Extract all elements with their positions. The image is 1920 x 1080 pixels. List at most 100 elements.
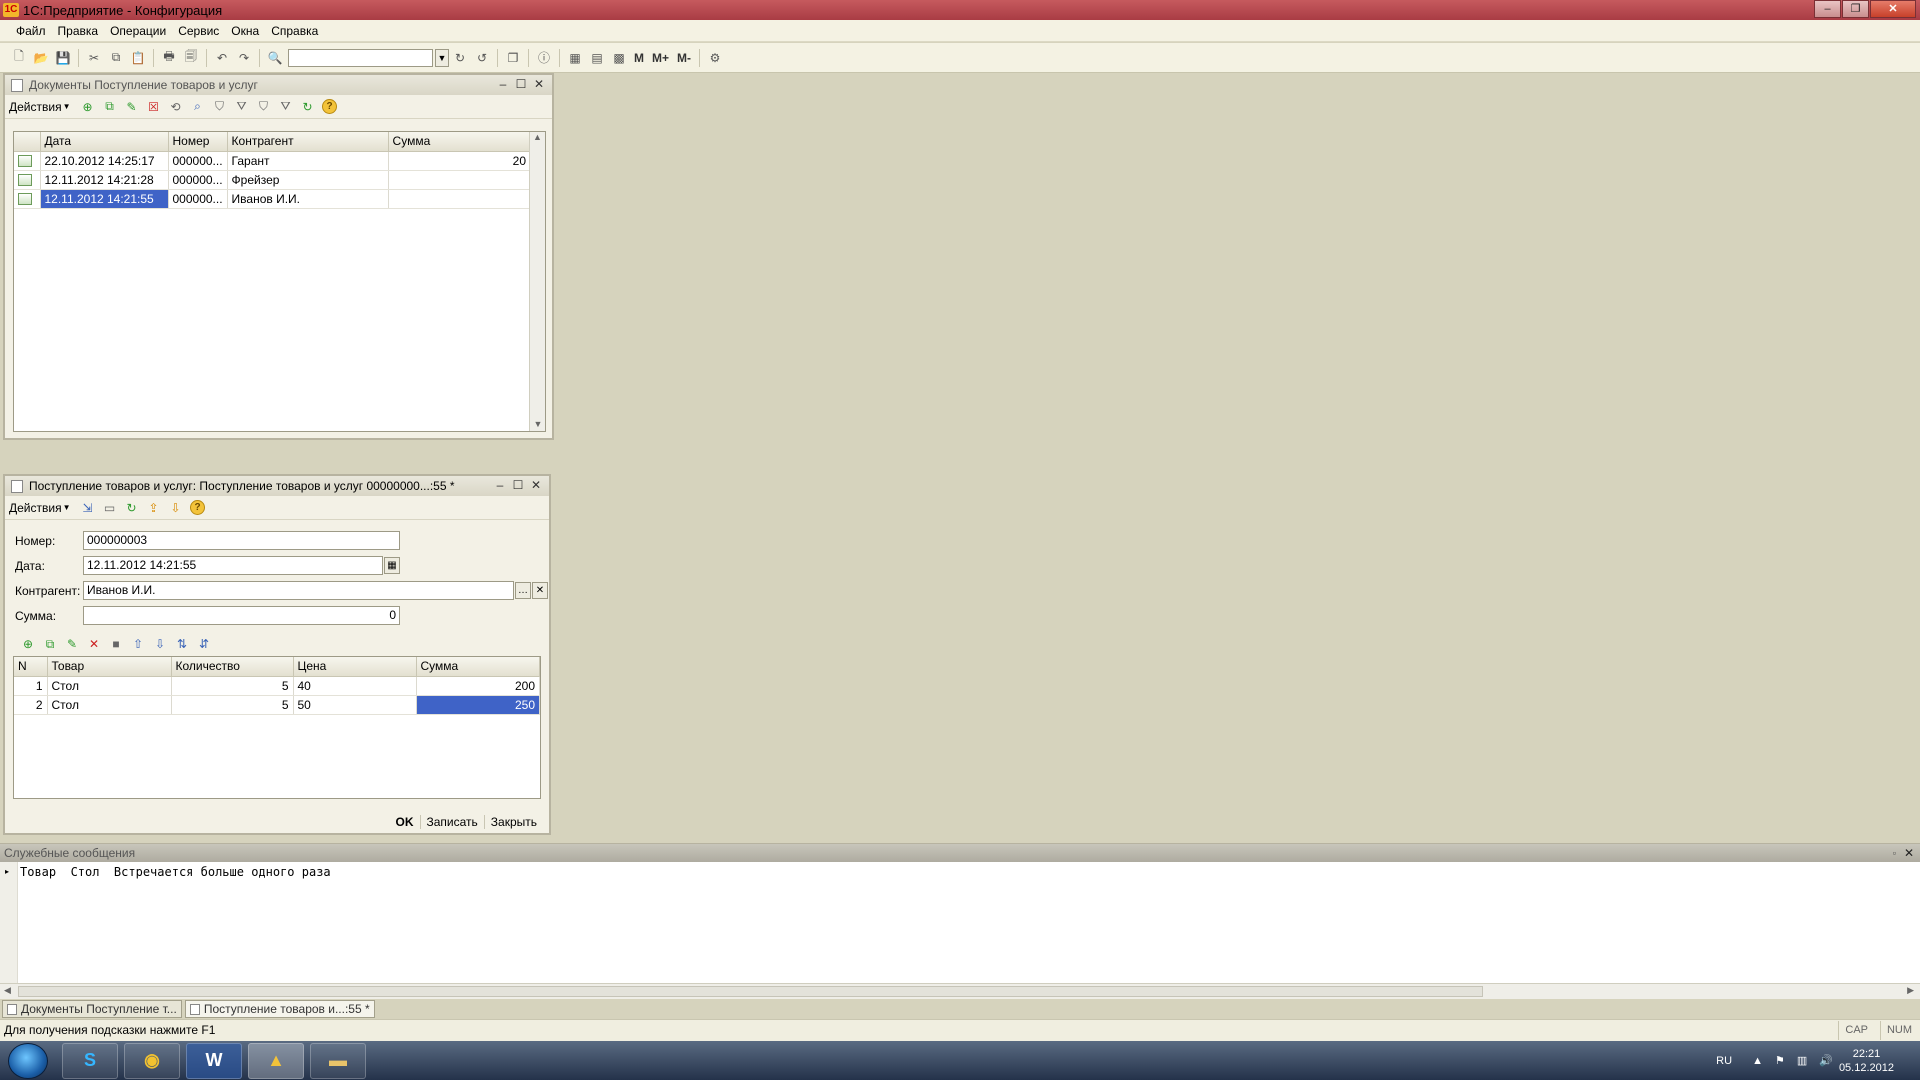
reread-icon[interactable]: ↻ <box>123 499 141 517</box>
table-row-selected[interactable]: 12.11.2012 14:21:55 000000... Иванов И.И… <box>14 189 532 209</box>
windows-icon[interactable]: ❐ <box>503 48 523 68</box>
show-hidden-icon[interactable]: ▲ <box>1752 1055 1763 1067</box>
list-help-icon[interactable]: ? <box>321 98 339 116</box>
move-down-icon[interactable]: ⇩ <box>151 635 169 653</box>
pin-icon[interactable]: ▫ <box>1893 844 1896 862</box>
actions-dropdown-icon[interactable]: ▼ <box>63 102 71 111</box>
start-button[interactable] <box>8 1042 48 1079</box>
message-line[interactable]: Товар Стол Встречается больше одного раз… <box>18 862 333 983</box>
calculator-icon[interactable]: ▩ <box>609 48 629 68</box>
form-minimize-icon[interactable]: – <box>491 477 509 493</box>
menu-edit[interactable]: Правка <box>58 24 99 38</box>
messages-close-icon[interactable]: ✕ <box>1904 844 1914 862</box>
form-close-icon[interactable]: ✕ <box>527 477 545 493</box>
filter-value-icon[interactable]: ⛛ <box>233 98 251 116</box>
memory-button[interactable]: M <box>634 51 644 65</box>
number-field[interactable]: 000000003 <box>83 531 400 550</box>
movements-icon[interactable]: ▭ <box>101 499 119 517</box>
refresh-icon[interactable]: ↻ <box>299 98 317 116</box>
save-button[interactable]: Записать <box>419 815 484 829</box>
column-qty[interactable]: Количество <box>171 657 294 677</box>
cut-icon[interactable]: ✂ <box>84 48 104 68</box>
close-button[interactable]: ✕ <box>1870 0 1916 18</box>
column-date[interactable]: Дата <box>40 132 169 152</box>
based-on-icon[interactable]: ⇪ <box>145 499 163 517</box>
select-button[interactable]: … <box>515 582 531 599</box>
date-field[interactable]: 12.11.2012 14:21:55 <box>83 556 383 575</box>
menu-operations[interactable]: Операции <box>110 24 166 38</box>
save-icon[interactable]: 💾 <box>53 48 73 68</box>
find-icon[interactable]: ⌕ <box>189 98 207 116</box>
scroll-down-icon[interactable]: ▼ <box>530 419 545 429</box>
list-actions-menu[interactable]: Действия <box>9 100 62 114</box>
column-n[interactable]: N <box>14 657 48 677</box>
list-minimize-icon[interactable]: – <box>494 76 512 92</box>
edit-icon[interactable]: ✎ <box>123 98 141 116</box>
actions-dropdown-icon[interactable]: ▼ <box>63 503 71 512</box>
scroll-left-icon[interactable]: ◀ <box>4 985 11 996</box>
column-item[interactable]: Товар <box>47 657 172 677</box>
table-row[interactable]: 12.11.2012 14:21:28 000000... Фрейзер <box>14 170 532 190</box>
form-maximize-icon[interactable]: ☐ <box>509 477 527 493</box>
sum-field[interactable]: 0 <box>83 606 400 625</box>
tab-documents-list[interactable]: Документы Поступление т... <box>2 1000 182 1018</box>
skype-icon[interactable]: S <box>62 1042 118 1079</box>
end-edit-icon[interactable]: ■ <box>107 635 125 653</box>
memory-minus-button[interactable]: M- <box>677 51 691 65</box>
language-indicator[interactable]: RU <box>1716 1055 1732 1067</box>
form-actions-menu[interactable]: Действия <box>9 501 62 515</box>
search-icon[interactable]: 🔍 <box>265 48 285 68</box>
memory-plus-button[interactable]: M+ <box>652 51 669 65</box>
menu-service[interactable]: Сервис <box>178 24 219 38</box>
chrome-icon[interactable]: ◉ <box>124 1042 180 1079</box>
column-price[interactable]: Цена <box>293 657 417 677</box>
post-icon[interactable]: ⟲ <box>167 98 185 116</box>
clock[interactable]: 22:21 05.12.2012 <box>1839 1047 1894 1075</box>
find-prev-icon[interactable]: ↺ <box>472 48 492 68</box>
add-icon[interactable]: ⊕ <box>79 98 97 116</box>
ok-button[interactable]: OK <box>390 815 420 829</box>
menu-file[interactable]: Файл <box>16 24 46 38</box>
table-row[interactable]: 22.10.2012 14:25:17 000000... Гарант 20 <box>14 151 532 171</box>
calendar-icon[interactable]: ▤ <box>587 48 607 68</box>
messages-horizontal-scrollbar[interactable]: ◀ ▶ <box>0 983 1920 999</box>
calendar-picker-icon[interactable]: ▦ <box>384 557 400 574</box>
minimize-button[interactable]: – <box>1814 0 1841 18</box>
copy-row-icon[interactable]: ⧉ <box>101 98 119 116</box>
preview-icon[interactable]: 🗐 <box>181 48 201 68</box>
scroll-up-icon[interactable]: ▲ <box>530 132 545 142</box>
volume-icon[interactable]: 🔊 <box>1819 1054 1833 1067</box>
menu-windows[interactable]: Окна <box>231 24 259 38</box>
1c-app-icon[interactable]: ▲ <box>248 1042 304 1079</box>
move-up-icon[interactable]: ⇧ <box>129 635 147 653</box>
search-input[interactable] <box>288 48 433 67</box>
column-contractor[interactable]: Контрагент <box>227 132 389 152</box>
table-icon[interactable]: ▦ <box>565 48 585 68</box>
table-row[interactable]: 2 Стол 5 50 250 <box>14 695 540 715</box>
action-center-icon[interactable]: ⚑ <box>1775 1054 1785 1067</box>
scroll-right-icon[interactable]: ▶ <box>1907 985 1914 996</box>
sort-asc-icon[interactable]: ⇅ <box>173 635 191 653</box>
filter-list-icon[interactable]: ⛉ <box>255 98 273 116</box>
redo-icon[interactable]: ↷ <box>234 48 254 68</box>
open-icon[interactable]: 📂 <box>31 48 51 68</box>
undo-icon[interactable]: ↶ <box>212 48 232 68</box>
form-help-icon[interactable]: ? <box>189 499 207 517</box>
list-close-icon[interactable]: ✕ <box>530 76 548 92</box>
print-icon[interactable]: 🖶 <box>159 48 179 68</box>
contractor-field[interactable]: Иванов И.И. <box>83 581 514 600</box>
cell-line-sum-selected[interactable]: 250 <box>416 695 540 715</box>
copy-icon[interactable]: ⧉ <box>106 48 126 68</box>
clear-icon[interactable]: ✕ <box>532 582 548 599</box>
info-icon[interactable]: ⓘ <box>534 48 554 68</box>
search-dropdown-icon[interactable]: ▼ <box>435 48 449 67</box>
tools-icon[interactable]: ⚙ <box>705 48 725 68</box>
find-next-icon[interactable]: ↻ <box>450 48 470 68</box>
column-line-sum[interactable]: Сумма <box>416 657 540 677</box>
add-row-icon[interactable]: ⊕ <box>19 635 37 653</box>
edit-row-icon[interactable]: ✎ <box>63 635 81 653</box>
restore-button[interactable]: ❐ <box>1842 0 1869 18</box>
filter-icon[interactable]: ⛉ <box>211 98 229 116</box>
delete-row-icon[interactable]: ✕ <box>85 635 103 653</box>
tab-document-form[interactable]: Поступление товаров и...:55 * <box>184 1000 375 1018</box>
